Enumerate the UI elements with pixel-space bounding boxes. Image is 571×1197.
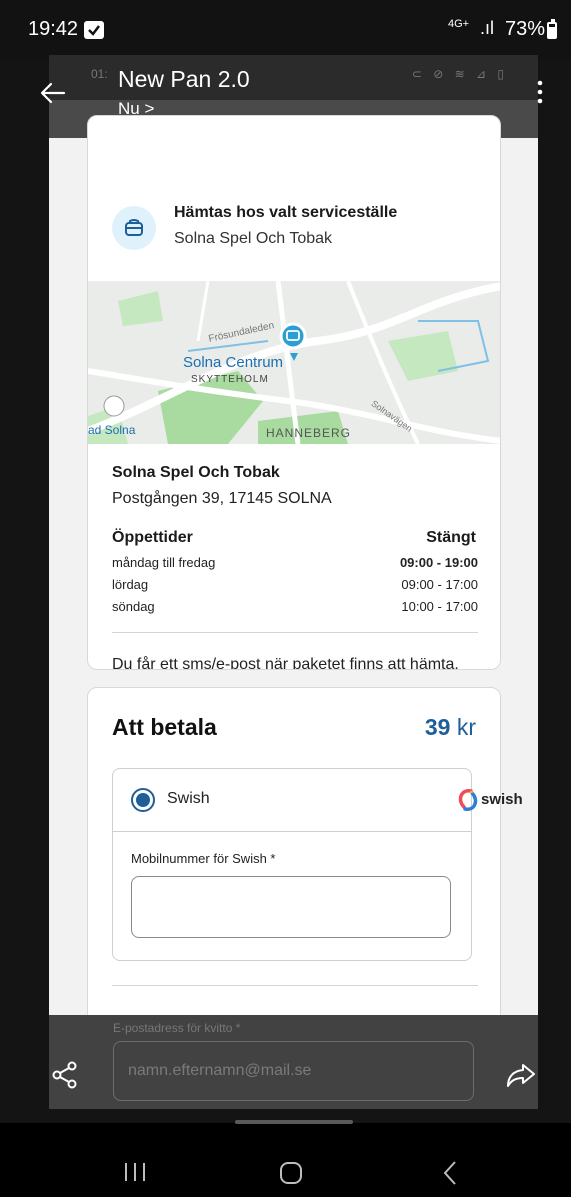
phone-field-label: Mobilnummer för Swish * bbox=[131, 851, 276, 866]
payment-amount: 39 kr bbox=[425, 714, 476, 741]
map-label-centrum: Solna Centrum bbox=[183, 354, 284, 371]
swish-payment-option: Swish swish Mobilnummer för Swish * bbox=[112, 768, 523, 961]
swish-phone-input[interactable] bbox=[131, 876, 451, 938]
email-field-label: E-postadress för kvitto * bbox=[113, 1021, 241, 1035]
swish-logo-text: swish bbox=[481, 791, 523, 808]
amount-number: 39 bbox=[424, 714, 451, 740]
gesture-handle[interactable] bbox=[235, 1120, 353, 1124]
recent-apps-icon[interactable] bbox=[122, 1162, 148, 1182]
swish-radio-row[interactable]: Swish swish bbox=[113, 769, 523, 832]
swish-label: Swish bbox=[167, 790, 210, 807]
pickup-title: Hämtas hos valt serviceställe bbox=[174, 204, 398, 221]
more-options-icon[interactable] bbox=[530, 78, 550, 106]
screenshot-preview[interactable]: 01: ⊂ ⊘ ≋ ⊿ ▯ Hämtas hos valt servicestä… bbox=[49, 55, 538, 1109]
forward-icon[interactable] bbox=[505, 1060, 537, 1090]
battery-icon bbox=[547, 19, 557, 39]
navigation-bar bbox=[0, 1132, 571, 1197]
amount-currency: kr bbox=[450, 714, 476, 740]
back-arrow-icon[interactable] bbox=[38, 78, 68, 108]
preview-status-time: 01: bbox=[91, 67, 108, 81]
parcel-locker-icon bbox=[112, 206, 156, 250]
home-icon[interactable] bbox=[280, 1162, 302, 1184]
delivery-info: Du får ett sms/e-post när paketet finns … bbox=[112, 656, 459, 670]
network-type: 4G+ bbox=[448, 18, 470, 30]
swish-radio-button[interactable] bbox=[131, 788, 155, 812]
map-label-district: SKYTTEHOLM bbox=[191, 374, 269, 385]
hours-day: måndag till fredag bbox=[112, 555, 216, 570]
preview-status-icons: ⊂ ⊘ ≋ ⊿ ▯ bbox=[411, 67, 508, 81]
pickup-location: Solna Spel Och Tobak bbox=[174, 230, 333, 247]
status-time: 19:42 bbox=[28, 18, 79, 40]
email-input[interactable] bbox=[113, 1041, 474, 1101]
map-label-edge: ad Solna bbox=[88, 423, 136, 437]
divider bbox=[112, 632, 478, 633]
payment-title: Att betala bbox=[112, 714, 217, 740]
checkbox-notification-icon bbox=[84, 21, 104, 39]
hours-day: lördag bbox=[112, 577, 149, 592]
hours-time: 09:00 - 17:00 bbox=[401, 577, 478, 592]
back-nav-icon[interactable] bbox=[440, 1160, 460, 1186]
share-icon[interactable] bbox=[50, 1060, 80, 1090]
signal-icon: .ıl bbox=[480, 18, 495, 38]
map-label-hanneberg: HANNEBERG bbox=[266, 426, 352, 440]
bottom-toolbar: E-postadress för kvitto * bbox=[49, 1015, 538, 1109]
store-name: Solna Spel Och Tobak bbox=[112, 464, 280, 481]
divider bbox=[112, 985, 478, 986]
hours-time: 09:00 - 19:00 bbox=[399, 555, 478, 570]
app-subtitle[interactable]: Nu > bbox=[118, 99, 154, 119]
app-title: New Pan 2.0 bbox=[118, 66, 250, 92]
hours-day: söndag bbox=[112, 599, 155, 614]
store-map[interactable]: Frösundaleden Solna Centrum SKYTTEHOLM H… bbox=[88, 281, 500, 444]
battery-level: 73% bbox=[505, 18, 546, 40]
hours-time: 10:00 - 17:00 bbox=[401, 599, 478, 614]
opening-hours-title: Öppettider bbox=[112, 529, 193, 546]
pickup-card: Hämtas hos valt serviceställe Solna Spel… bbox=[87, 115, 501, 670]
store-address: Postgången 39, 17145 SOLNA bbox=[112, 490, 332, 507]
status-bar: 19:42 4G+ .ıl 73% bbox=[0, 0, 571, 60]
open-status: Stängt bbox=[426, 529, 476, 546]
